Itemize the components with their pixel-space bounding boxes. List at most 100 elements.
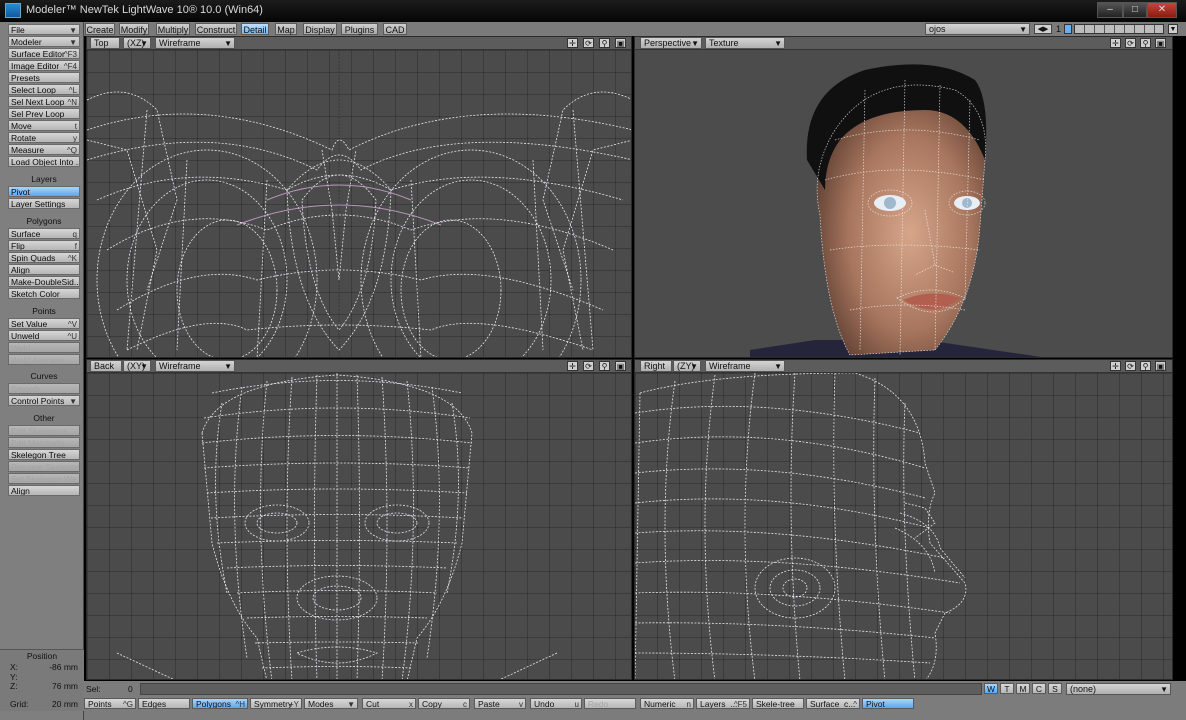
close-button[interactable]: ✕ bbox=[1147, 2, 1177, 18]
tab-detail[interactable]: Detail bbox=[241, 23, 269, 35]
tab-construct[interactable]: Construct bbox=[195, 23, 237, 35]
wtmcs-c-button[interactable]: C bbox=[1032, 683, 1046, 694]
measure-button[interactable]: Measure ^Q bbox=[8, 144, 80, 155]
pivot-panel-button[interactable]: Pivot bbox=[862, 698, 914, 709]
pivot-button[interactable]: Pivot bbox=[8, 186, 80, 197]
image-editor-button[interactable]: Image Editor ^F4 bbox=[8, 60, 80, 71]
layer-settings-button[interactable]: Layer Settings bbox=[8, 198, 80, 209]
axis-dropdown[interactable]: (XZ) ▼ bbox=[123, 37, 151, 49]
axis-dropdown[interactable]: (ZY) ▼ bbox=[673, 360, 701, 372]
vertex-map-selector[interactable]: (none) ▼ bbox=[1066, 683, 1171, 695]
unweld-button[interactable]: Unweld ^U bbox=[8, 330, 80, 341]
rotate-icon[interactable]: ⟳ bbox=[583, 361, 594, 371]
render-mode-dropdown[interactable]: Wireframe ▼ bbox=[155, 360, 235, 372]
viewport-back[interactable]: Back (XY) ▼ Wireframe ▼ ✛ ⟳ ⚲ ▣ bbox=[86, 359, 632, 680]
surface-button[interactable]: Surface q bbox=[8, 228, 80, 239]
maximize-viewport-icon[interactable]: ▣ bbox=[1155, 38, 1166, 48]
viewport-right[interactable]: Right (ZY) ▼ Wireframe ▼ ✛ ⟳ ⚲ ▣ bbox=[634, 359, 1173, 680]
tab-display[interactable]: Display bbox=[303, 23, 337, 35]
object-selector[interactable]: ojos ▼ bbox=[925, 23, 1030, 35]
cut-button[interactable]: Cut x bbox=[362, 698, 416, 709]
symmetry-button[interactable]: Symmetry +Y bbox=[250, 698, 302, 709]
tab-modify[interactable]: Modify bbox=[119, 23, 149, 35]
set-skelegon-weight-button[interactable]: Set Skelegon We... bbox=[8, 473, 80, 484]
redo-button[interactable]: Redo bbox=[584, 698, 636, 709]
pan-icon[interactable]: ✛ bbox=[567, 38, 578, 48]
wtmcs-s-button[interactable]: S bbox=[1048, 683, 1062, 694]
render-mode-dropdown[interactable]: Wireframe ▼ bbox=[155, 37, 235, 49]
undo-button[interactable]: Undo u bbox=[530, 698, 582, 709]
sketch-color-button[interactable]: Sketch Color bbox=[8, 288, 80, 299]
skelegon-tree-button[interactable]: Skelegon Tree bbox=[8, 449, 80, 460]
layer-fg-indicator[interactable] bbox=[1064, 24, 1072, 34]
move-button[interactable]: Move t bbox=[8, 120, 80, 131]
viewport-top[interactable]: Top (XZ) ▼ Wireframe ▼ ✛ ⟳ ⚲ ▣ bbox=[86, 36, 632, 358]
set-value-button[interactable]: Set Value ^V bbox=[8, 318, 80, 329]
zoom-icon[interactable]: ⚲ bbox=[1140, 38, 1151, 48]
axis-dropdown[interactable]: (XY) ▼ bbox=[123, 360, 151, 372]
modeler-menu[interactable]: Modeler ▼ bbox=[8, 36, 80, 47]
zoom-icon[interactable]: ⚲ bbox=[599, 361, 610, 371]
wtmcs-w-button[interactable]: W bbox=[984, 683, 998, 694]
sel-prev-loop-button[interactable]: Sel Prev Loop bbox=[8, 108, 80, 119]
object-nav-arrows[interactable]: ◀▶ bbox=[1034, 24, 1052, 34]
file-menu[interactable]: File ▼ bbox=[8, 24, 80, 35]
load-object-button[interactable]: Load Object Into ... bbox=[8, 156, 80, 167]
pan-icon[interactable]: ✛ bbox=[1110, 38, 1121, 48]
align-button[interactable]: Align bbox=[8, 264, 80, 275]
tab-create[interactable]: Create bbox=[85, 23, 115, 35]
view-type-dropdown[interactable]: Perspective ▼ bbox=[640, 37, 702, 49]
maximize-viewport-icon[interactable]: ▣ bbox=[615, 361, 626, 371]
edit-skelegons-button[interactable]: Edit Skelegons bbox=[8, 425, 80, 436]
wtmcs-t-button[interactable]: T bbox=[1000, 683, 1014, 694]
select-loop-button[interactable]: Select Loop ^L bbox=[8, 84, 80, 95]
numeric-button[interactable]: Numeric n bbox=[640, 698, 694, 709]
rename-skelegon-button[interactable]: Rename Skelegon bbox=[8, 461, 80, 472]
skele-tree-button[interactable]: Skele-tree bbox=[752, 698, 804, 709]
view-type-dropdown[interactable]: Top bbox=[90, 37, 120, 49]
maximize-viewport-icon[interactable]: ▣ bbox=[1155, 361, 1166, 371]
tab-plugins[interactable]: Plugins bbox=[341, 23, 378, 35]
pan-icon[interactable]: ✛ bbox=[567, 361, 578, 371]
rotate-icon[interactable]: ⟳ bbox=[1125, 38, 1136, 48]
zoom-icon[interactable]: ⚲ bbox=[1140, 361, 1151, 371]
render-mode-dropdown[interactable]: Texture ▼ bbox=[705, 37, 785, 49]
rotate-icon[interactable]: ⟳ bbox=[583, 38, 594, 48]
modes-menu[interactable]: Modes ▼ bbox=[304, 698, 358, 709]
rotate-icon[interactable]: ⟳ bbox=[1125, 361, 1136, 371]
points-mode-button[interactable]: Points ^G bbox=[84, 698, 136, 709]
wtmcs-m-button[interactable]: M bbox=[1016, 683, 1030, 694]
make-double-sided-button[interactable]: Make-DoubleSid... bbox=[8, 276, 80, 287]
paste-button[interactable]: Paste v bbox=[474, 698, 526, 709]
minimize-button[interactable]: – bbox=[1097, 2, 1123, 18]
tab-cad[interactable]: CAD bbox=[383, 23, 407, 35]
smooth-button[interactable]: Smooth bbox=[8, 383, 80, 394]
surface-panel-button[interactable]: Surface_c... ^ bbox=[806, 698, 860, 709]
maximize-button[interactable]: □ bbox=[1123, 2, 1147, 18]
copy-button[interactable]: Copy c bbox=[418, 698, 470, 709]
pan-icon[interactable]: ✛ bbox=[1110, 361, 1121, 371]
sel-next-loop-button[interactable]: Sel Next Loop ^N bbox=[8, 96, 80, 107]
spin-quads-button[interactable]: Spin Quads ^K bbox=[8, 252, 80, 263]
maximize-viewport-icon[interactable]: ▣ bbox=[615, 38, 626, 48]
presets-button[interactable]: Presets bbox=[8, 72, 80, 83]
viewport-canvas[interactable] bbox=[87, 50, 631, 357]
rotate-button[interactable]: Rotate y bbox=[8, 132, 80, 143]
viewport-perspective[interactable]: Perspective ▼ Texture ▼ ✛ ⟳ ⚲ ▣ bbox=[634, 36, 1173, 358]
view-type-dropdown[interactable]: Right bbox=[640, 360, 672, 372]
tab-multiply[interactable]: Multiply bbox=[156, 23, 190, 35]
edges-mode-button[interactable]: Edges bbox=[138, 698, 190, 709]
viewport-canvas[interactable] bbox=[635, 50, 1172, 357]
surface-editor-button[interactable]: Surface Editor ^F3 bbox=[8, 48, 80, 59]
view-type-dropdown[interactable]: Back bbox=[90, 360, 122, 372]
weld-average-button[interactable]: Weld Average bbox=[8, 354, 80, 365]
control-points-menu[interactable]: Control Points ▼ bbox=[8, 395, 80, 406]
viewport-canvas[interactable] bbox=[635, 373, 1172, 679]
zoom-icon[interactable]: ⚲ bbox=[599, 38, 610, 48]
weld-button[interactable]: Weld bbox=[8, 342, 80, 353]
layers-panel-button[interactable]: Layers_... ^F5 bbox=[696, 698, 750, 709]
layer-buttons-strip[interactable] bbox=[1074, 24, 1164, 34]
polygons-mode-button[interactable]: Polygons ^H bbox=[192, 698, 248, 709]
flip-button[interactable]: Flip f bbox=[8, 240, 80, 251]
render-mode-dropdown[interactable]: Wireframe ▼ bbox=[705, 360, 785, 372]
